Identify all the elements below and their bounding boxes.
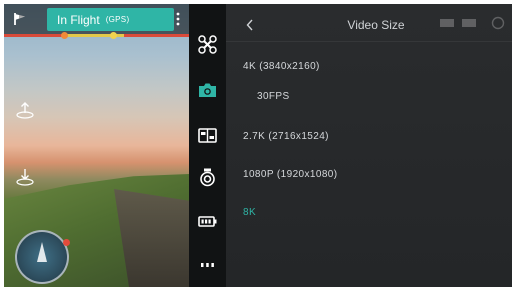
- progress-marker-start: [61, 32, 68, 39]
- option-2-7k[interactable]: 2.7K (2716x1524): [226, 121, 512, 151]
- option-label: 2.7K (2716x1524): [243, 130, 329, 142]
- video-size-panel: Video Size 4K (3840x2160) 30FPS 2.7K (27…: [226, 4, 512, 287]
- takeoff-icon[interactable]: [14, 99, 36, 121]
- flag-icon[interactable]: [12, 11, 28, 27]
- option-label: 30FPS: [257, 90, 290, 102]
- option-label: 4K (3840x2160): [243, 60, 320, 72]
- option-label: 1080P (1920x1080): [243, 168, 338, 180]
- heading-cone: [37, 242, 47, 262]
- flight-status-label: In Flight: [57, 12, 100, 27]
- attitude-radar[interactable]: [15, 230, 70, 284]
- top-status-bar: In Flight (GPS): [4, 4, 189, 34]
- option-1080p[interactable]: 1080P (1920x1080): [226, 159, 512, 189]
- home-point-dot: [63, 239, 70, 246]
- settings-toolbar: [189, 4, 226, 287]
- flight-status-badge[interactable]: In Flight (GPS): [47, 8, 174, 31]
- option-4k[interactable]: 4K (3840x2160): [226, 51, 512, 81]
- vertical-dots-icon[interactable]: [175, 12, 181, 26]
- drone-icon[interactable]: [197, 34, 218, 55]
- gimbal-icon[interactable]: [197, 167, 218, 188]
- landing-icon[interactable]: [14, 166, 36, 188]
- gps-label: (GPS): [105, 15, 130, 24]
- option-30fps[interactable]: 30FPS: [226, 81, 512, 111]
- camera-icon[interactable]: [197, 80, 218, 101]
- more-dots-icon[interactable]: [197, 254, 218, 275]
- progress-marker-end: [110, 32, 117, 39]
- app-frame: In Flight (GPS) Video Size 4K (3840x2160…: [4, 4, 512, 287]
- battery-icon[interactable]: [197, 211, 218, 232]
- option-8k-selected[interactable]: 8K: [226, 197, 512, 227]
- status-icons: [440, 16, 506, 30]
- image-settings-icon[interactable]: [197, 125, 218, 146]
- option-label: 8K: [243, 206, 257, 218]
- panel-header: Video Size: [226, 4, 512, 42]
